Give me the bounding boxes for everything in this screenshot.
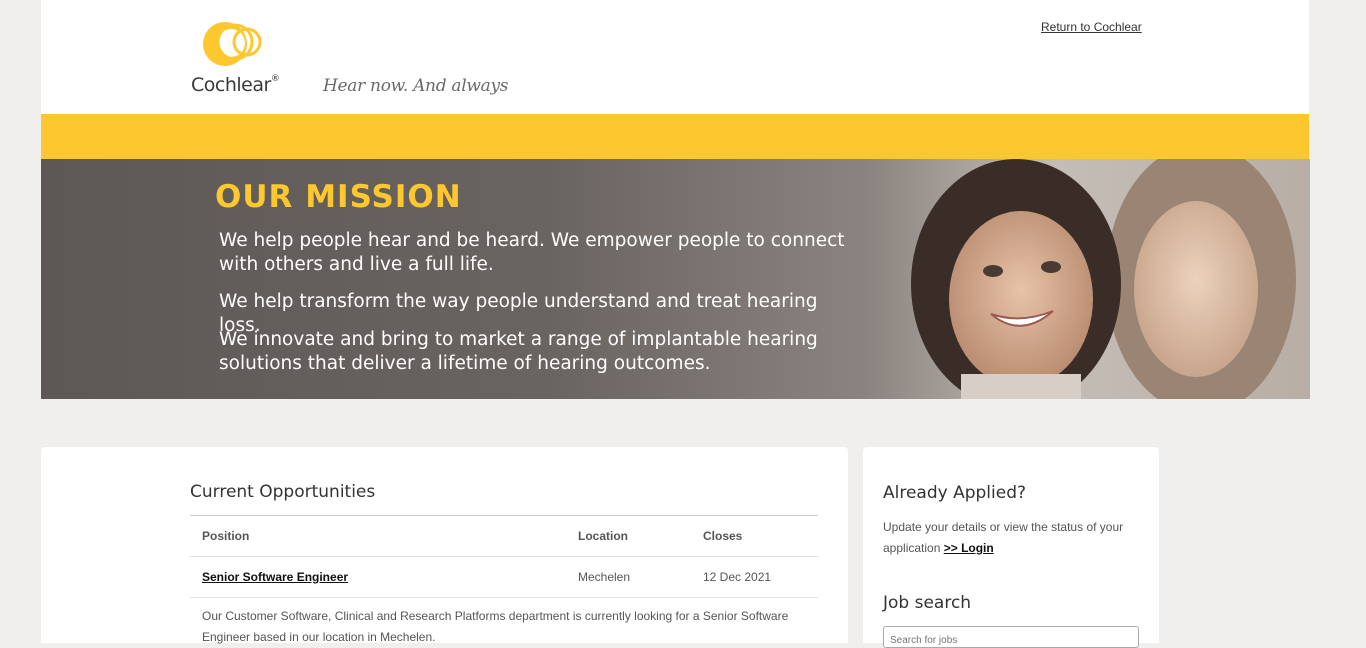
brand-name: Cochlear® (191, 74, 280, 96)
job-description: Our Customer Software, Clinical and Rese… (202, 609, 789, 644)
job-location: Mechelen (578, 570, 631, 584)
job-closing-date: 12 Dec 2021 (703, 570, 772, 584)
tagline: Hear now. And always (323, 76, 509, 96)
child-and-mother-photo (911, 159, 1296, 399)
mission-banner: OUR MISSION We help people hear and be h… (41, 159, 1310, 399)
mission-paragraph: We help people hear and be heard. We emp… (219, 230, 845, 275)
opportunities-panel: Current Opportunities Position Location … (41, 447, 848, 644)
table-row: Senior Software Engineer Mechelen 12 Dec… (190, 557, 818, 598)
already-applied-title: Already Applied? (883, 483, 1027, 503)
already-applied-text: Update your details or view the status o… (883, 520, 1124, 555)
cochlear-logo-icon (203, 22, 262, 66)
column-header-closes: Closes (703, 529, 743, 543)
opportunities-title: Current Opportunities (190, 482, 376, 502)
job-search-input[interactable] (883, 626, 1139, 648)
sidebar-panel: Already Applied? Update your details or … (863, 447, 1159, 648)
cochlear-logo[interactable]: Cochlear® (191, 14, 301, 100)
job-title-link[interactable]: Senior Software Engineer (202, 570, 348, 584)
table-header-row: Position Location Closes (190, 516, 818, 557)
login-link[interactable]: >> Login (944, 541, 994, 555)
column-header-position: Position (202, 529, 250, 543)
return-to-cochlear-link[interactable]: Return to Cochlear (1041, 20, 1142, 34)
yellow-band (41, 114, 1309, 159)
jobs-table: Position Location Closes Senior Software… (190, 515, 818, 644)
job-search-title: Job search (883, 593, 972, 613)
column-header-location: Location (578, 529, 628, 543)
mission-paragraph: We innovate and bring to market a range … (219, 329, 818, 374)
mission-title: OUR MISSION (215, 179, 462, 215)
site-header: Cochlear® Hear now. And always Return to… (41, 0, 1309, 114)
